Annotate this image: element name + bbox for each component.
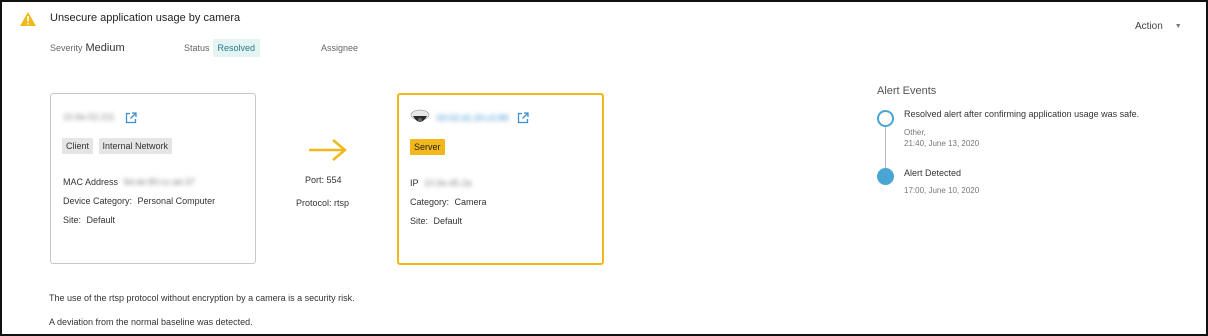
external-link-icon[interactable] (517, 112, 529, 124)
event-detected-time: 17:00, June 10, 2020 (904, 186, 980, 195)
description-line-1: The use of the rtsp protocol without enc… (49, 293, 355, 303)
source-site-row: Site: Default (63, 215, 115, 225)
severity-field: Severity Medium (50, 39, 125, 57)
event-resolved-source: Other, (904, 128, 926, 137)
mac-label: MAC Address (63, 177, 119, 187)
source-tags: Client Internal Network (62, 138, 175, 154)
destination-mac[interactable]: 00:02:d1:20:c0:89 (437, 113, 509, 123)
ip-label: IP (410, 178, 419, 188)
ip-value: 10.6e.d5.2a (424, 178, 472, 188)
destination-tags: Server (410, 139, 445, 155)
destination-ip-row: IP 10.6e.d5.2a (410, 178, 472, 188)
destination-site-row: Site: Default (410, 216, 462, 226)
source-ip-row: 10.6e.52.211 (63, 112, 138, 124)
action-label[interactable]: Action (1135, 21, 1163, 32)
status-badge[interactable]: Resolved (212, 39, 261, 57)
alert-title: Unsecure application usage by camera (50, 12, 241, 24)
destination-header: 00:02:d1:20:c0:89 (410, 108, 529, 128)
category-label: Category: (410, 197, 450, 207)
action-dropdown[interactable]: Action ▼ (1135, 21, 1182, 32)
site-value: Default (86, 215, 116, 225)
severity-value: Medium (85, 42, 125, 54)
tag-internal-network: Internal Network (98, 138, 173, 154)
category-label: Device Category: (63, 196, 133, 206)
tag-client: Client (62, 138, 94, 154)
timeline-line (885, 126, 886, 171)
port-label: Port: 554 (305, 175, 342, 185)
site-value: Default (433, 216, 463, 226)
event-detected-text: Alert Detected (904, 168, 962, 178)
camera-icon (410, 109, 430, 122)
category-value: Camera (454, 197, 487, 207)
arrow-right-icon (309, 139, 347, 161)
mac-value: 9d:de:80:cc:ab:37 (123, 177, 196, 187)
assignee-field[interactable]: Assignee (321, 39, 361, 57)
event-resolved-text: Resolved alert after confirming applicat… (904, 109, 1140, 119)
caret-down-icon[interactable]: ▼ (1175, 23, 1182, 30)
event-resolved-time: 21:40, June 13, 2020 (904, 139, 980, 148)
source-ip[interactable]: 10.6e.52.211 (63, 112, 115, 122)
category-value: Personal Computer (137, 196, 216, 206)
warning-icon (20, 12, 36, 26)
timeline-dot-resolved (877, 110, 894, 127)
source-mac-row: MAC Address 9d:de:80:cc:ab:37 (63, 177, 195, 187)
status-field: Status Resolved (184, 39, 261, 57)
description-line-2: A deviation from the normal baseline was… (49, 317, 253, 327)
external-link-icon[interactable] (125, 112, 138, 124)
status-label: Status (184, 43, 210, 53)
timeline-dot-detected (877, 168, 894, 185)
alert-events-title: Alert Events (877, 85, 937, 97)
severity-label: Severity (50, 43, 83, 53)
source-category-row: Device Category: Personal Computer (63, 196, 215, 206)
destination-category-row: Category: Camera (410, 197, 487, 207)
source-device-card: 10.6e.52.211 Client Internal Network MAC… (50, 93, 256, 264)
destination-device-card: 00:02:d1:20:c0:89 Server IP 10.6e.d5.2a … (397, 93, 604, 265)
site-label: Site: (63, 215, 82, 225)
protocol-label: Protocol: rtsp (296, 198, 350, 208)
assignee-label[interactable]: Assignee (321, 43, 358, 53)
tag-server: Server (410, 139, 445, 155)
alert-panel: Unsecure application usage by camera Act… (0, 0, 1208, 336)
site-label: Site: (410, 216, 429, 226)
